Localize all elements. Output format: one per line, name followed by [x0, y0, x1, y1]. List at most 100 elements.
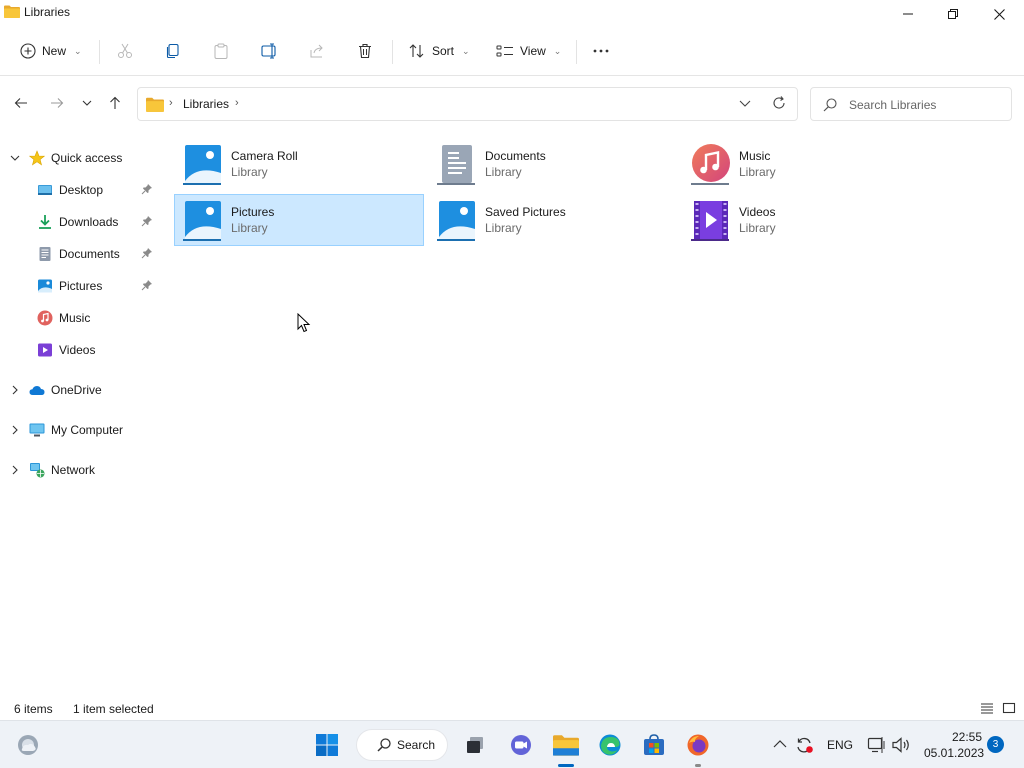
copy-icon: [166, 43, 179, 59]
library-type: Library: [231, 221, 268, 235]
cut-button[interactable]: [117, 36, 133, 66]
toolbar-divider: [99, 40, 100, 64]
address-bar[interactable]: › Libraries ›: [137, 87, 798, 121]
chevron-up-icon[interactable]: [773, 739, 787, 749]
sidebar-item-music[interactable]: Music: [0, 304, 160, 332]
paste-button[interactable]: [213, 36, 229, 66]
language-indicator[interactable]: ENG: [827, 738, 853, 752]
taskbar-search-label: Search: [397, 738, 436, 752]
recent-locations-button[interactable]: [77, 93, 97, 113]
library-tile-pictures[interactable]: Pictures Library: [174, 194, 424, 246]
videos-icon: [38, 343, 52, 357]
folder-icon: [4, 5, 20, 18]
breadcrumb-libraries[interactable]: Libraries: [183, 97, 229, 111]
clock-time[interactable]: 22:55: [952, 730, 982, 744]
running-app-indicator: [695, 764, 701, 767]
onedrive-icon: [29, 386, 45, 395]
library-tile-videos[interactable]: Videos Library: [682, 194, 932, 246]
up-button[interactable]: [105, 93, 125, 113]
pictures-library-icon: [437, 201, 475, 241]
library-tile-documents[interactable]: Documents Library: [428, 138, 678, 190]
sidebar-item-my-computer[interactable]: My Computer: [0, 416, 160, 444]
library-name: Camera Roll: [231, 149, 298, 163]
weather-icon: [18, 735, 38, 755]
pictures-icon: [38, 279, 52, 293]
sidebar-item-onedrive[interactable]: OneDrive: [0, 376, 160, 404]
sidebar-item-documents[interactable]: Documents: [0, 240, 160, 268]
sidebar-item-downloads[interactable]: Downloads: [0, 208, 160, 236]
chevron-down-icon[interactable]: [739, 97, 751, 109]
sidebar-item-network[interactable]: Network: [0, 456, 160, 484]
details-view-icon[interactable]: [980, 701, 994, 715]
edge-button[interactable]: [594, 729, 626, 761]
pin-icon[interactable]: [141, 215, 153, 227]
minimize-button[interactable]: [885, 0, 931, 28]
copy-button[interactable]: [165, 36, 181, 66]
chevron-down-icon[interactable]: [9, 152, 21, 164]
pin-icon[interactable]: [141, 183, 153, 195]
firefox-button[interactable]: [682, 729, 714, 761]
sort-button[interactable]: Sort ⌄: [408, 36, 470, 66]
arrow-right-icon: [51, 98, 64, 108]
notification-badge[interactable]: 3: [987, 736, 1004, 753]
network-status-icon[interactable]: [867, 736, 887, 754]
tiles-view-icon[interactable]: [1002, 701, 1016, 715]
sidebar-item-videos[interactable]: Videos: [0, 336, 160, 364]
chevron-right-icon[interactable]: [9, 424, 21, 436]
clipboard-icon: [214, 43, 228, 59]
back-button[interactable]: [11, 93, 31, 113]
breadcrumb-separator-icon[interactable]: ›: [235, 97, 239, 109]
arrow-up-icon: [110, 96, 120, 109]
mouse-cursor-icon: [297, 313, 311, 333]
sidebar-item-label: My Computer: [51, 423, 124, 437]
clock-date[interactable]: 05.01.2023: [924, 746, 984, 760]
task-view-button[interactable]: [459, 729, 491, 761]
star-icon: [29, 150, 45, 166]
new-button[interactable]: New ⌄: [20, 36, 82, 66]
sort-label: Sort: [432, 44, 455, 58]
store-button[interactable]: [638, 729, 670, 761]
volume-icon[interactable]: [891, 736, 911, 754]
close-button[interactable]: [976, 0, 1022, 28]
rename-button[interactable]: [261, 36, 279, 66]
command-bar: New ⌄ Sort ⌄ View ⌄: [0, 28, 1024, 76]
share-button[interactable]: [309, 36, 325, 66]
sidebar-item-label: Documents: [59, 247, 120, 261]
toolbar-divider: [576, 40, 577, 64]
library-tile-music[interactable]: Music Library: [682, 138, 932, 190]
sidebar-item-label: Desktop: [59, 183, 104, 197]
search-input[interactable]: [849, 96, 1004, 114]
edge-browser-icon: [599, 734, 621, 756]
toolbar-divider: [392, 40, 393, 64]
documents-icon: [39, 247, 51, 261]
pin-icon[interactable]: [141, 247, 153, 259]
library-tile-camera-roll[interactable]: Camera Roll Library: [174, 138, 424, 190]
breadcrumb-separator-icon: ›: [169, 97, 173, 109]
folder-icon: [146, 97, 164, 112]
taskbar-search[interactable]: Search: [356, 729, 448, 761]
sidebar-item-pictures[interactable]: Pictures: [0, 272, 160, 300]
start-button[interactable]: [311, 729, 343, 761]
sidebar-item-desktop[interactable]: Desktop: [0, 176, 160, 204]
widgets-button[interactable]: [12, 729, 44, 761]
restore-button[interactable]: [930, 0, 976, 28]
more-options-button[interactable]: [592, 36, 610, 66]
sidebar-item-label: Quick access: [51, 151, 123, 165]
view-button[interactable]: View ⌄: [496, 36, 561, 66]
pin-icon[interactable]: [141, 279, 153, 291]
chevron-right-icon[interactable]: [9, 464, 21, 476]
view-icon: [496, 45, 513, 57]
forward-button[interactable]: [47, 93, 67, 113]
pictures-library-icon: [183, 145, 221, 185]
library-tile-saved-pictures[interactable]: Saved Pictures Library: [428, 194, 678, 246]
chevron-right-icon[interactable]: [9, 384, 21, 396]
sync-icon[interactable]: [795, 735, 815, 755]
chat-button[interactable]: [505, 729, 537, 761]
refresh-icon[interactable]: [772, 96, 786, 110]
library-name: Documents: [485, 149, 546, 163]
search-box[interactable]: [810, 87, 1012, 121]
sidebar-item-quick-access[interactable]: Quick access: [0, 144, 160, 172]
delete-button[interactable]: [357, 36, 373, 66]
file-explorer-button[interactable]: [550, 729, 582, 761]
firefox-icon: [687, 734, 709, 756]
